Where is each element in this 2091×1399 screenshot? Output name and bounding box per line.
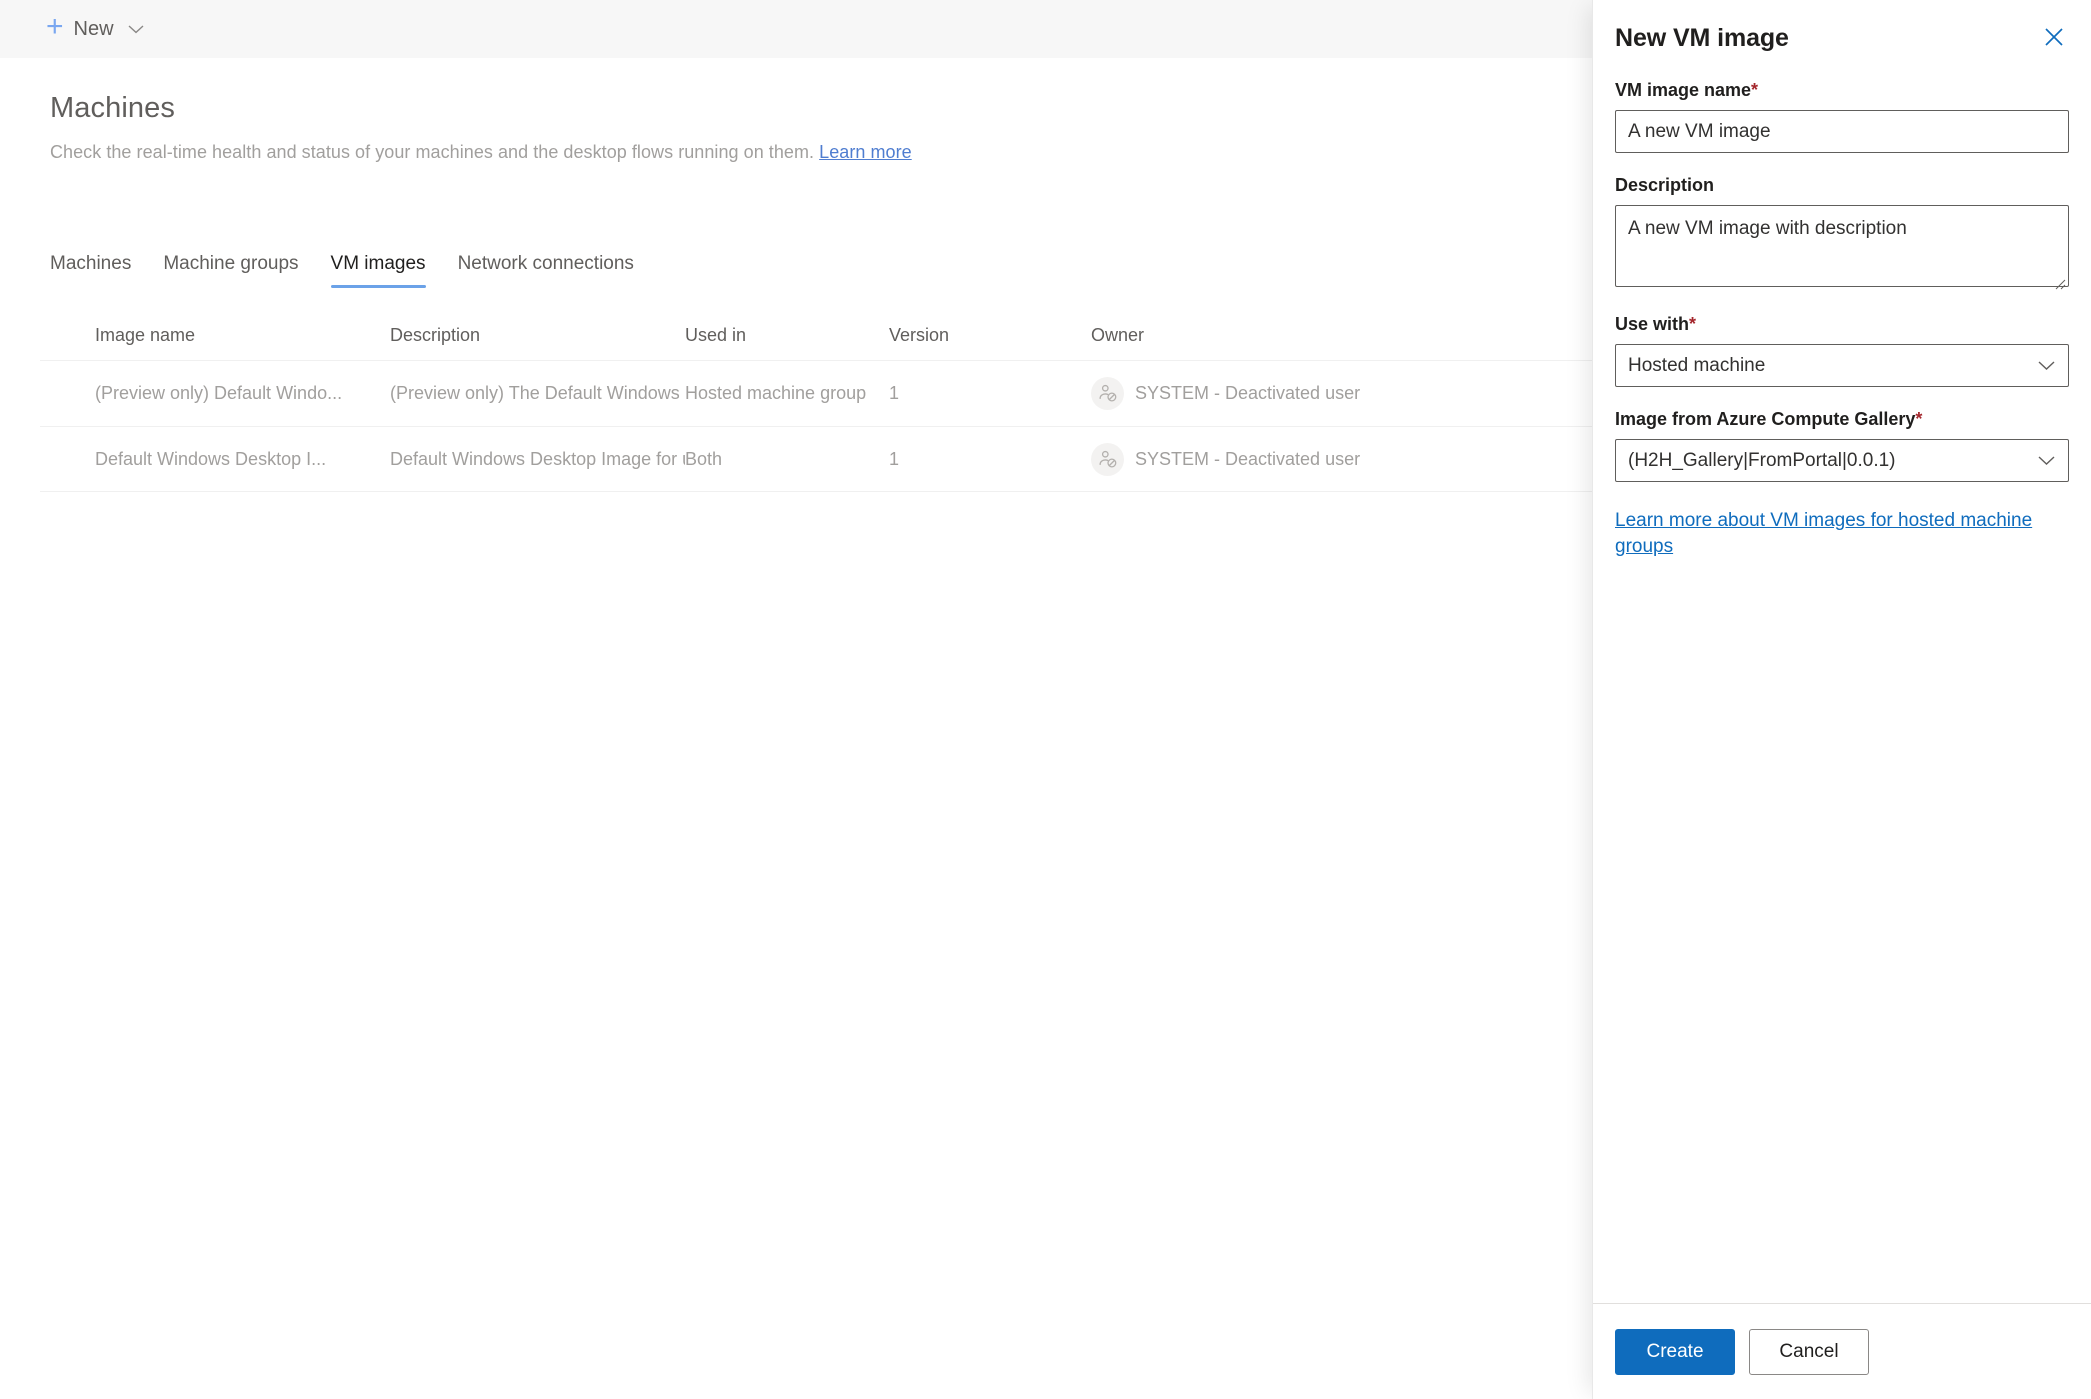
panel-footer: Create Cancel bbox=[1593, 1303, 2091, 1399]
label-description: Description bbox=[1615, 175, 2069, 196]
cell-used-in: Hosted machine group bbox=[685, 383, 867, 403]
gallery-image-select[interactable]: (H2H_Gallery|FromPortal|0.0.1) bbox=[1615, 439, 2069, 482]
panel-header: New VM image bbox=[1593, 0, 2091, 54]
cell-version: 1 bbox=[889, 448, 900, 469]
plus-icon: + bbox=[46, 10, 64, 43]
new-vm-image-panel: New VM image VM image name* Description bbox=[1592, 0, 2091, 1399]
label-vm-image-name: VM image name* bbox=[1615, 80, 2069, 101]
cell-owner-label: SYSTEM - Deactivated user bbox=[1135, 448, 1361, 469]
cell-owner-label: SYSTEM - Deactivated user bbox=[1135, 383, 1361, 403]
cell-owner: SYSTEM - Deactivated user bbox=[1091, 377, 1523, 410]
required-marker: * bbox=[1689, 314, 1697, 334]
deactivated-user-icon bbox=[1091, 442, 1124, 476]
required-marker: * bbox=[1751, 80, 1759, 100]
cell-owner: SYSTEM - Deactivated user bbox=[1091, 442, 1523, 476]
vm-images-table: Image name Description Used in Version O… bbox=[40, 310, 1600, 492]
cell-version: 1 bbox=[889, 383, 900, 403]
tab-list: Machines Machine groups VM images Networ… bbox=[50, 253, 650, 288]
cancel-button[interactable]: Cancel bbox=[1749, 1328, 1869, 1375]
new-button-label: New bbox=[73, 17, 114, 40]
label-text: Description bbox=[1615, 175, 1715, 195]
tab-vm-images[interactable]: VM images bbox=[315, 253, 442, 288]
learn-more-vm-images-link[interactable]: Learn more about VM images for hosted ma… bbox=[1615, 508, 2069, 559]
new-button[interactable]: + New bbox=[40, 7, 150, 51]
label-text: Image from Azure Compute Gallery bbox=[1615, 409, 1916, 429]
table-row[interactable]: Default Windows Desktop I... Default Win… bbox=[40, 426, 1600, 492]
chevron-down-icon bbox=[128, 23, 144, 36]
field-gallery-image: Image from Azure Compute Gallery* (H2H_G… bbox=[1615, 409, 2069, 482]
close-icon[interactable] bbox=[2039, 24, 2069, 54]
vm-image-name-input[interactable] bbox=[1615, 110, 2069, 153]
use-with-select[interactable]: Hosted machineHosted machine groupBoth bbox=[1615, 344, 2069, 387]
column-header-version[interactable]: Version bbox=[889, 325, 1091, 346]
field-use-with: Use with* Hosted machineHosted machine g… bbox=[1615, 314, 2069, 387]
label-text: Use with bbox=[1615, 314, 1690, 334]
label-use-with: Use with* bbox=[1615, 314, 2069, 335]
field-description: Description bbox=[1615, 175, 2069, 292]
cell-description: (Preview only) The Default Windows Desk.… bbox=[390, 383, 685, 403]
page-subtitle-text: Check the real-time health and status of… bbox=[50, 142, 815, 162]
deactivated-user-icon bbox=[1091, 377, 1124, 410]
create-button[interactable]: Create bbox=[1615, 1328, 1735, 1375]
tab-machines[interactable]: Machines bbox=[50, 253, 147, 288]
label-gallery-image: Image from Azure Compute Gallery* bbox=[1615, 409, 2069, 430]
field-vm-image-name: VM image name* bbox=[1615, 80, 2069, 153]
table-header-row: Image name Description Used in Version O… bbox=[40, 310, 1600, 360]
tab-machine-groups[interactable]: Machine groups bbox=[147, 253, 314, 288]
cell-image-name: Default Windows Desktop I... bbox=[95, 448, 327, 469]
learn-more-link[interactable]: Learn more bbox=[819, 142, 912, 162]
panel-title: New VM image bbox=[1615, 24, 1789, 52]
tab-network-connections[interactable]: Network connections bbox=[442, 253, 650, 288]
panel-body: VM image name* Description Use with* bbox=[1593, 80, 2091, 559]
column-header-image-name[interactable]: Image name bbox=[95, 325, 390, 346]
table-row[interactable]: (Preview only) Default Windo... (Preview… bbox=[40, 360, 1600, 426]
column-header-description[interactable]: Description bbox=[390, 325, 685, 346]
column-header-owner[interactable]: Owner bbox=[1091, 325, 1523, 346]
label-text: VM image name bbox=[1615, 80, 1752, 100]
cell-description: Default Windows Desktop Image for use i.… bbox=[390, 448, 685, 469]
column-header-used-in[interactable]: Used in bbox=[685, 325, 889, 346]
cell-used-in: Both bbox=[685, 448, 723, 469]
cell-image-name: (Preview only) Default Windo... bbox=[95, 383, 343, 403]
description-textarea[interactable] bbox=[1615, 205, 2069, 287]
required-marker: * bbox=[1915, 409, 1923, 429]
